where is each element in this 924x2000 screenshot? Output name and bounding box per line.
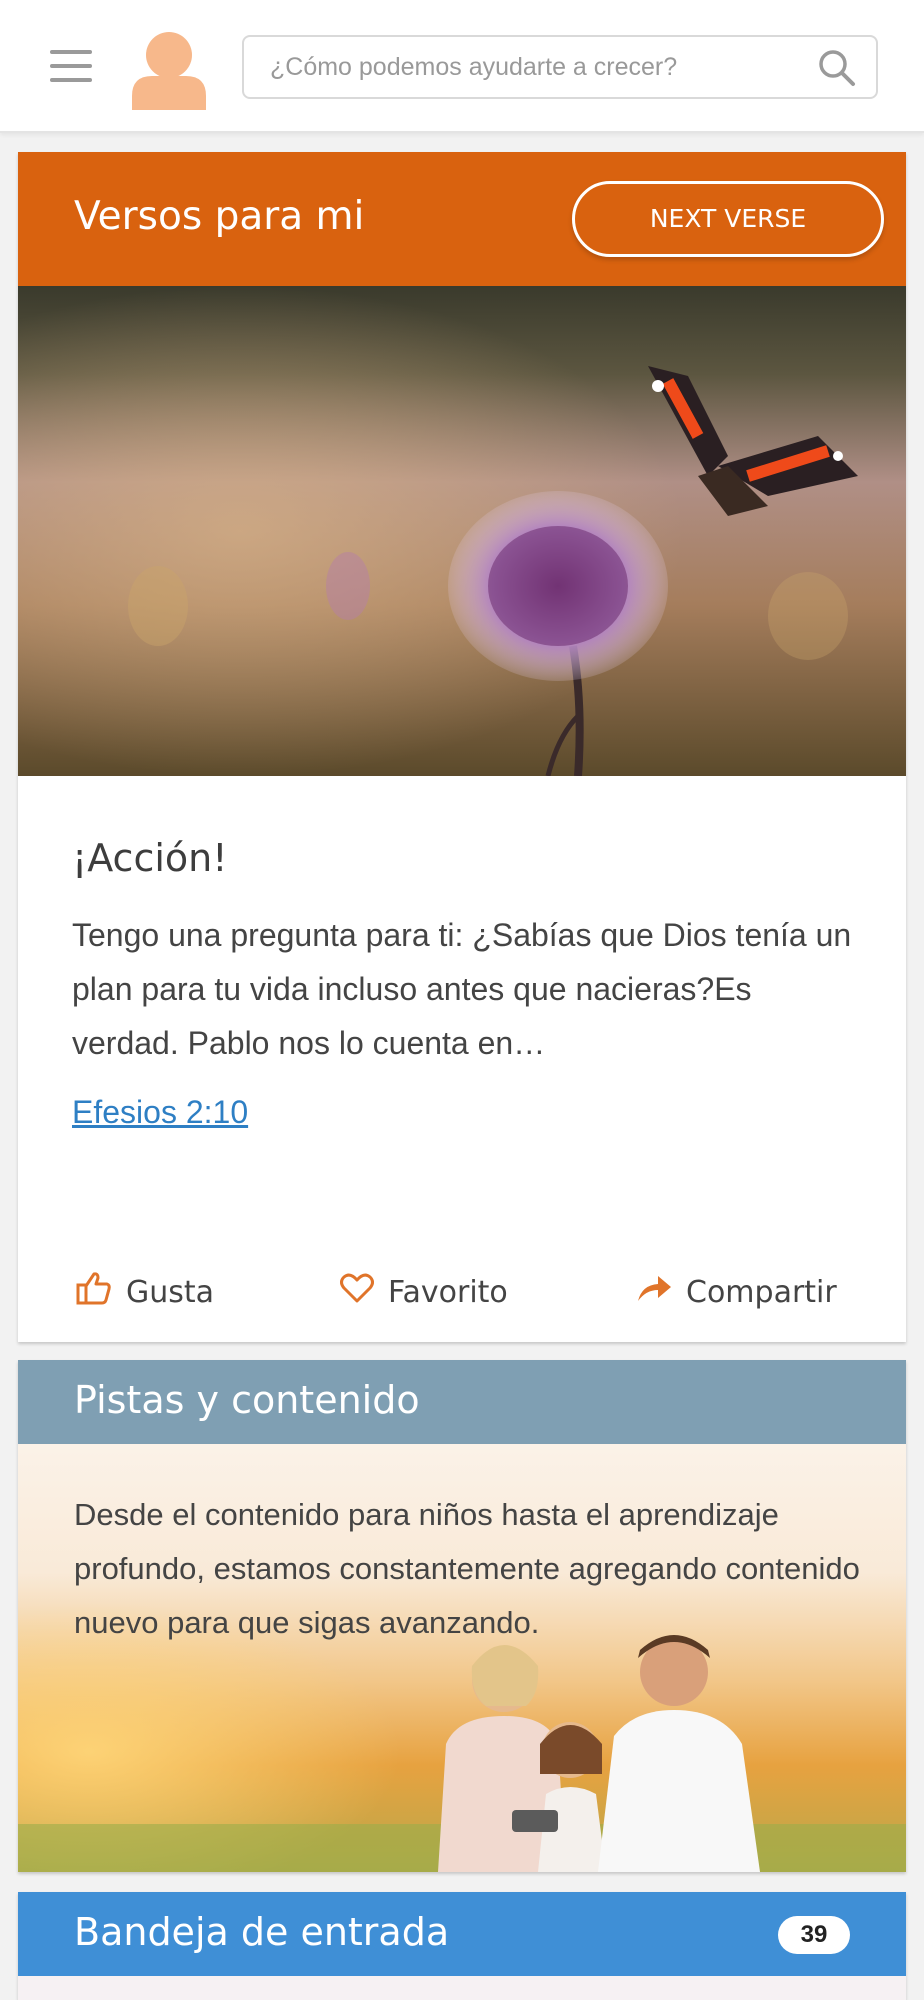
favorite-label: Favorito	[388, 1274, 508, 1310]
tracks-card-body: Desde el contenido para niños hasta el a…	[18, 1444, 906, 1872]
inbox-count-badge: 39	[778, 1916, 850, 1954]
next-verse-button[interactable]: NEXT VERSE	[572, 181, 884, 257]
share-arrow-icon	[636, 1273, 686, 1311]
inbox-card[interactable]: Bandeja de entrada 39	[18, 1892, 906, 2000]
verse-reference-link[interactable]: Efesios 2:10	[72, 1094, 248, 1131]
search-bar	[242, 35, 878, 99]
tracks-card-title: Pistas y contenido	[74, 1378, 420, 1422]
top-bar	[0, 0, 924, 133]
inbox-card-body	[18, 1976, 906, 2000]
like-label: Gusta	[126, 1274, 215, 1310]
favorite-button[interactable]: Favorito	[340, 1262, 508, 1322]
verse-card-title: Versos para mi	[74, 194, 365, 239]
search-input[interactable]	[270, 37, 810, 97]
verse-actions: Gusta Favorito Compartir	[18, 1262, 906, 1322]
verse-text: Tengo una pregunta para ti: ¿Sabías que …	[72, 917, 852, 1061]
verse-heading: ¡Acción!	[72, 836, 228, 880]
inbox-card-title: Bandeja de entrada	[74, 1910, 450, 1954]
user-avatar-icon[interactable]	[132, 30, 206, 110]
tracks-text: Desde el contenido para niños hasta el a…	[74, 1497, 860, 1640]
butterfly-flower-image	[18, 286, 906, 776]
share-button[interactable]: Compartir	[636, 1262, 837, 1322]
verse-card: Versos para mi NEXT VERSE ¡Acción! Tengo…	[18, 152, 906, 1342]
thumbs-up-icon	[76, 1271, 126, 1313]
hamburger-menu-icon[interactable]	[50, 50, 92, 82]
inbox-card-header: Bandeja de entrada 39	[18, 1892, 906, 1976]
heart-icon	[340, 1272, 388, 1312]
search-icon[interactable]	[818, 49, 856, 87]
verse-card-header: Versos para mi NEXT VERSE	[18, 152, 906, 286]
share-label: Compartir	[686, 1274, 837, 1310]
tracks-card-header: Pistas y contenido	[18, 1360, 906, 1444]
tracks-card[interactable]: Pistas y contenido Desde el contenido pa…	[18, 1360, 906, 1872]
like-button[interactable]: Gusta	[76, 1262, 214, 1322]
